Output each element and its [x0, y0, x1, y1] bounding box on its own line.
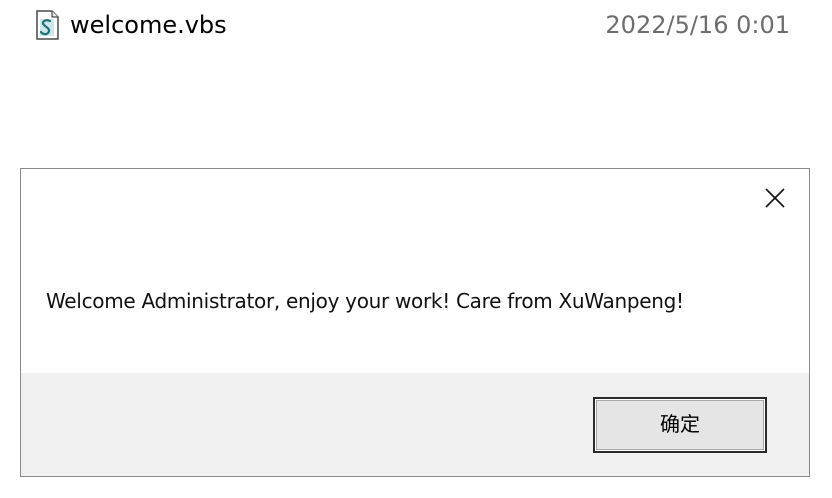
dialog-message: Welcome Administrator, enjoy your work! …: [46, 289, 684, 313]
file-modified-date: 2022/5/16 0:01: [605, 11, 790, 39]
message-box-dialog: Welcome Administrator, enjoy your work! …: [20, 168, 810, 477]
close-icon: [765, 188, 785, 208]
ok-button[interactable]: 确定: [593, 397, 767, 453]
close-button[interactable]: [753, 179, 797, 217]
file-list-row[interactable]: welcome.vbs 2022/5/16 0:01: [0, 0, 832, 50]
vbscript-file-icon: [34, 10, 60, 40]
dialog-button-bar: 确定: [21, 373, 809, 476]
file-name[interactable]: welcome.vbs: [70, 10, 227, 40]
